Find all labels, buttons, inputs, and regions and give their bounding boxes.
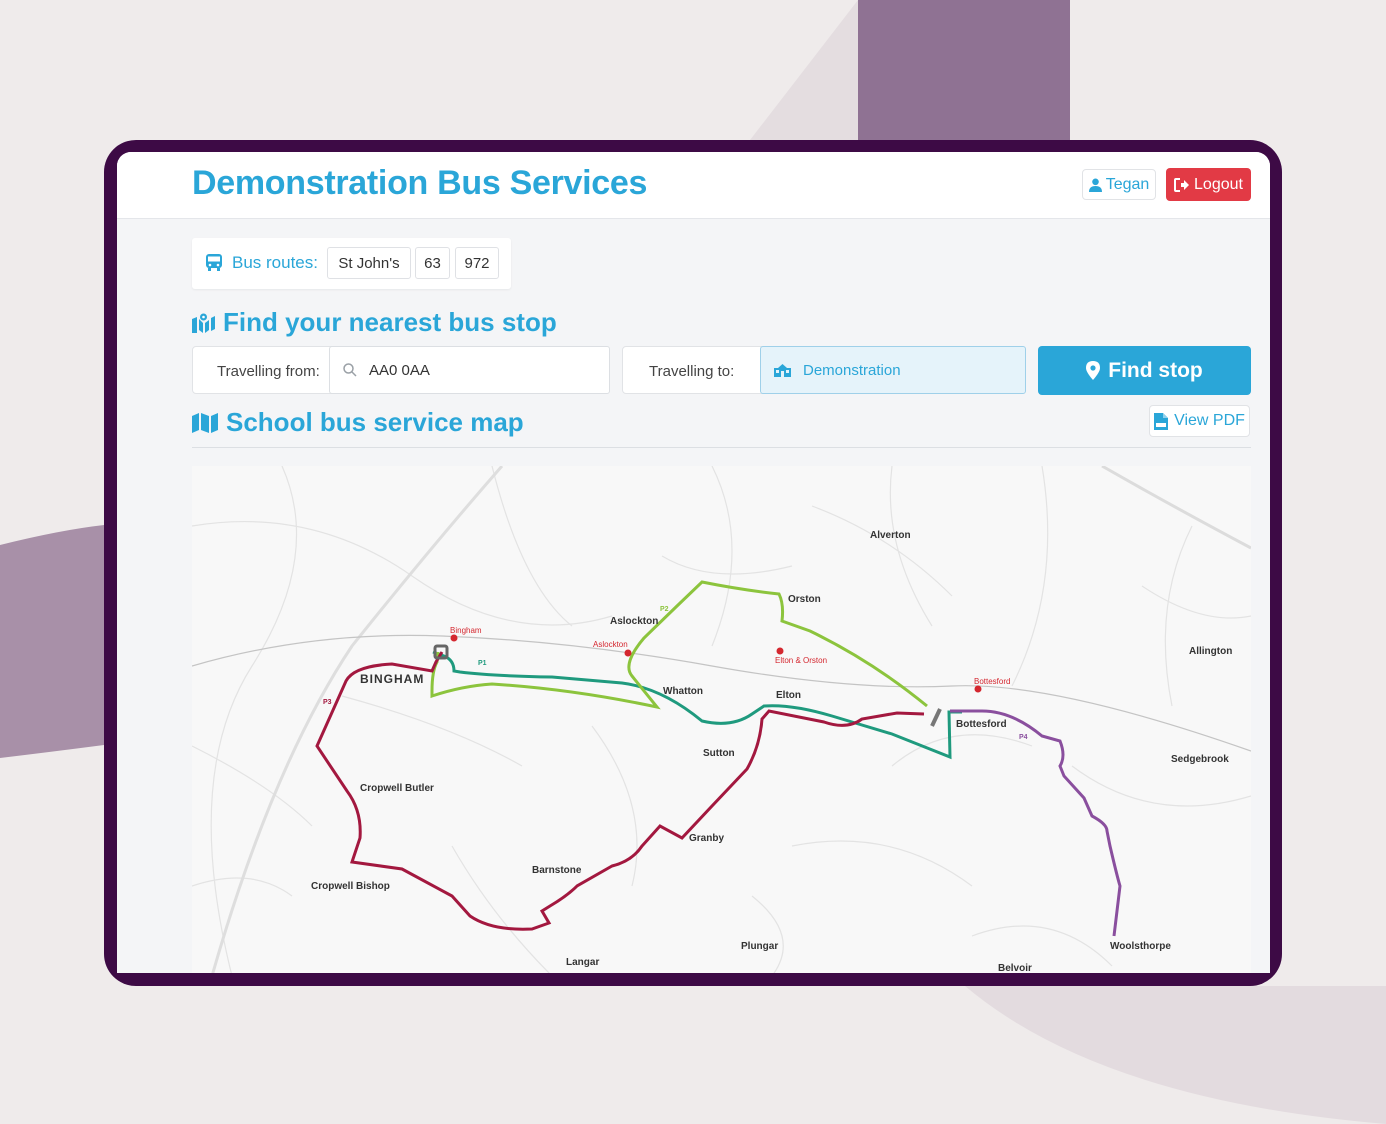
map-heading-text: School bus service map bbox=[226, 407, 524, 437]
town-belvoir: Belvoir bbox=[998, 963, 1032, 973]
map-marker-icon bbox=[1086, 361, 1101, 380]
map-icon bbox=[192, 412, 218, 433]
section-divider bbox=[192, 447, 1251, 448]
route-chip-972[interactable]: 972 bbox=[455, 247, 499, 279]
road-network bbox=[192, 466, 1251, 973]
find-stop-heading: Find your nearest bus stop bbox=[192, 307, 557, 338]
town-barnstone: Barnstone bbox=[532, 865, 582, 876]
town-allington: Allington bbox=[1189, 646, 1232, 657]
station-elton: Elton & Orston bbox=[775, 656, 827, 665]
route-p4-line bbox=[950, 709, 1122, 937]
destination-select[interactable]: Demonstration bbox=[760, 346, 1026, 394]
user-button[interactable]: Tegan bbox=[1082, 169, 1156, 200]
bus-routes-card: Bus routes: St John's 63 972 bbox=[192, 238, 511, 289]
rail-stations bbox=[450, 634, 982, 693]
user-name: Tegan bbox=[1105, 175, 1150, 193]
route-chip-63[interactable]: 63 bbox=[415, 247, 450, 279]
station-bingham: Bingham bbox=[450, 626, 482, 635]
town-cropwell-bishop: Cropwell Bishop bbox=[311, 881, 390, 892]
town-whatton: Whatton bbox=[663, 686, 703, 697]
town-bottesford: Bottesford bbox=[956, 719, 1007, 730]
find-stop-button[interactable]: Find stop bbox=[1038, 346, 1251, 395]
to-label: Travelling to: bbox=[649, 363, 735, 380]
logout-button[interactable]: Logout bbox=[1166, 168, 1251, 201]
from-postcode-value: AA0 0AA bbox=[369, 361, 430, 379]
town-plungar: Plungar bbox=[741, 941, 778, 952]
to-field-group: Travelling to: Demonstration bbox=[622, 346, 1026, 394]
sign-out-icon bbox=[1174, 177, 1190, 192]
route-label-p2: P2 bbox=[660, 606, 669, 613]
user-icon bbox=[1088, 178, 1102, 192]
town-cropwell-butler: Cropwell Butler bbox=[360, 783, 434, 794]
station-aslockton: Aslockton bbox=[593, 640, 628, 649]
route-map-svg: Alverton Orston Aslockton BINGHAM Whatto… bbox=[192, 466, 1251, 973]
bus-route-map[interactable]: Alverton Orston Aslockton BINGHAM Whatto… bbox=[192, 466, 1251, 973]
search-icon bbox=[343, 363, 357, 377]
view-pdf-label: View PDF bbox=[1174, 412, 1245, 429]
from-postcode-input[interactable]: AA0 0AA bbox=[329, 346, 610, 394]
major-road bbox=[211, 466, 504, 973]
town-bingham: BINGHAM bbox=[360, 672, 424, 686]
town-aslockton: Aslockton bbox=[610, 616, 658, 627]
town-orston: Orston bbox=[788, 594, 821, 605]
town-sutton: Sutton bbox=[703, 748, 735, 759]
town-elton: Elton bbox=[776, 690, 801, 701]
from-field-group: Travelling from: AA0 0AA bbox=[192, 346, 610, 394]
railway-line bbox=[192, 634, 1251, 752]
page-title: Demonstration Bus Services bbox=[192, 164, 648, 202]
app-header: Demonstration Bus Services Tegan Logout bbox=[117, 152, 1270, 219]
town-granby: Granby bbox=[689, 833, 724, 844]
map-marked-icon bbox=[192, 313, 215, 333]
find-stop-heading-text: Find your nearest bus stop bbox=[223, 307, 557, 337]
app-screen: Demonstration Bus Services Tegan Logout … bbox=[117, 152, 1270, 973]
town-alverton: Alverton bbox=[870, 530, 911, 541]
route-label-p3: P3 bbox=[323, 699, 332, 706]
station-bottesford: Bottesford bbox=[974, 677, 1010, 686]
route-label-p4: P4 bbox=[1019, 734, 1028, 741]
destination-value: Demonstration bbox=[803, 361, 901, 379]
town-sedgebrook: Sedgebrook bbox=[1171, 754, 1229, 765]
school-icon bbox=[774, 364, 791, 377]
find-stop-label: Find stop bbox=[1108, 358, 1203, 382]
town-woolsthorpe: Woolsthorpe bbox=[1110, 941, 1171, 952]
from-label: Travelling from: bbox=[217, 363, 320, 380]
bus-routes-label: Bus routes: bbox=[232, 253, 318, 272]
route-label-p1: P1 bbox=[478, 660, 487, 667]
town-langar: Langar bbox=[566, 957, 599, 968]
route-p1-line bbox=[432, 650, 962, 760]
map-heading: School bus service map bbox=[192, 407, 524, 438]
route-chip-st-johns[interactable]: St John's bbox=[327, 247, 411, 279]
pdf-file-icon bbox=[1154, 412, 1169, 430]
view-pdf-button[interactable]: View PDF bbox=[1149, 405, 1250, 437]
logout-label: Logout bbox=[1194, 175, 1243, 193]
bottesford-hub-marker bbox=[930, 708, 942, 727]
bus-icon bbox=[206, 254, 222, 271]
major-road-east bbox=[1101, 466, 1251, 550]
